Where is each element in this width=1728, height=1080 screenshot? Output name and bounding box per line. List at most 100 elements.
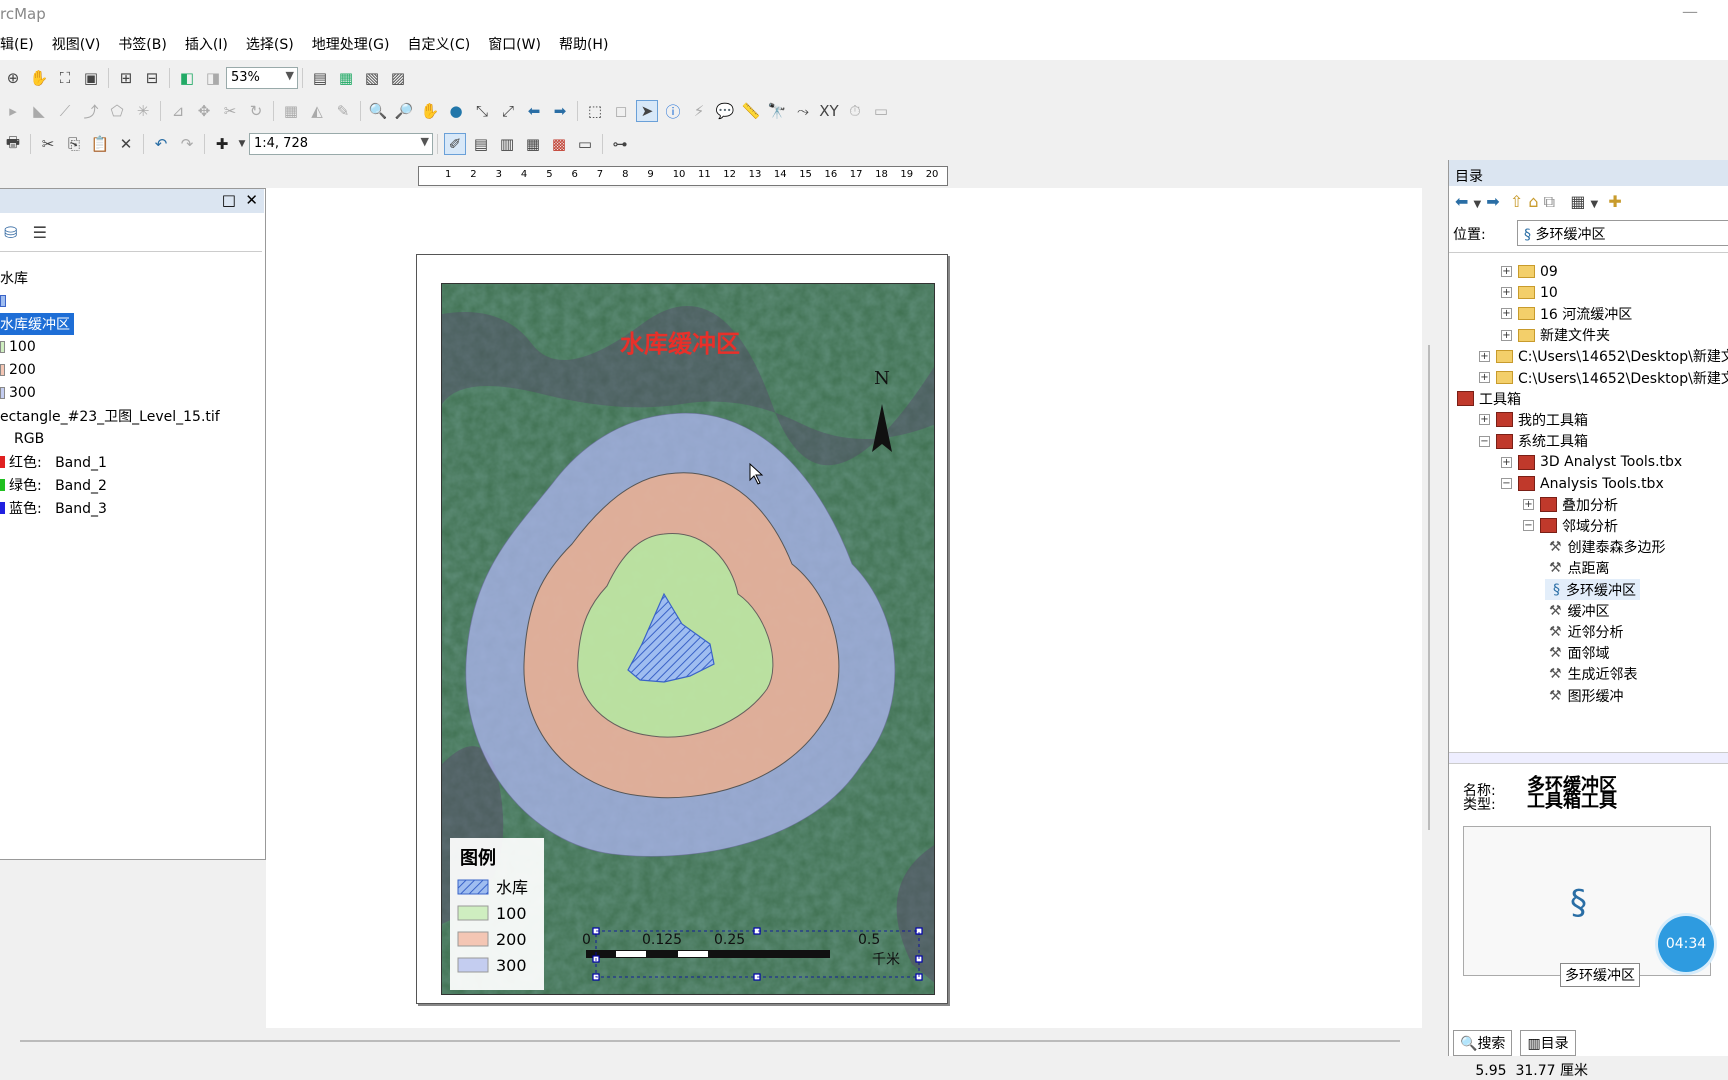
expand-toggle-icon[interactable]: + xyxy=(1501,456,1512,468)
catalog-tree-item[interactable]: + C:\Users\14652\Desktop\新建文 xyxy=(1479,367,1728,388)
cut-polygon-icon[interactable]: ✂ xyxy=(219,100,241,122)
paste-icon[interactable]: 📋 xyxy=(89,133,111,155)
split-icon[interactable]: ✳ xyxy=(132,100,154,122)
measure-icon[interactable]: 📏 xyxy=(740,100,762,122)
catalog-tree-item[interactable]: − Analysis Tools.tbx xyxy=(1501,473,1664,494)
data-driven-pages-icon[interactable]: ▨ xyxy=(387,67,409,89)
home-icon[interactable]: ⌂ xyxy=(1528,192,1538,211)
move-icon[interactable]: ✥ xyxy=(193,100,215,122)
html-popup-icon[interactable]: 💬 xyxy=(714,100,736,122)
map-scale-combo[interactable]: 1:4, 728 ▼ xyxy=(249,133,433,155)
catalog-tree-item[interactable]: 工具箱 xyxy=(1457,388,1521,409)
menu-windows[interactable]: 窗口(W) xyxy=(479,34,550,54)
catalog-tree-item[interactable]: ⚒ 面邻域 xyxy=(1545,643,1610,664)
catalog-tree-item[interactable]: +09 xyxy=(1501,261,1558,282)
zoom-whole-page-icon[interactable]: ⛶ xyxy=(54,67,76,89)
focus-frame-icon[interactable]: ▦ xyxy=(335,67,357,89)
vertical-scrollbar[interactable] xyxy=(1428,345,1430,830)
expand-toggle-icon[interactable]: − xyxy=(1523,520,1534,532)
catalog-tree-item[interactable]: + 叠加分析 xyxy=(1523,494,1618,515)
catalog-tree-item[interactable]: +16 河流缓冲区 xyxy=(1501,303,1632,324)
menu-geoprocessing[interactable]: 地理处理(G) xyxy=(303,34,399,54)
hyperlink-icon[interactable]: ⚡ xyxy=(688,100,710,122)
menu-insert[interactable]: 插入(I) xyxy=(176,34,237,54)
toc-layer-reservoir[interactable]: 水库 xyxy=(0,266,28,290)
zoom-in-icon[interactable]: 🔍 xyxy=(367,100,389,122)
back-icon[interactable]: ⬅ xyxy=(1455,192,1468,211)
arctoolbox-icon[interactable]: ▩ xyxy=(548,133,570,155)
catalog-tree-item[interactable]: +10 xyxy=(1501,282,1558,303)
options-icon[interactable]: ☰ xyxy=(33,223,47,242)
polygon-icon[interactable]: ⬠ xyxy=(106,100,128,122)
edit-vertices-icon[interactable]: ▸ xyxy=(2,100,24,122)
catalog-tree-item[interactable]: § 多环缓冲区 xyxy=(1545,579,1640,600)
previous-extent-icon[interactable]: ⬅ xyxy=(523,100,545,122)
catalog-tree-item[interactable]: ⚒ 近邻分析 xyxy=(1545,621,1624,642)
chevron-down-icon[interactable]: ▼ xyxy=(1474,199,1482,210)
pan-icon[interactable]: ✋ xyxy=(419,100,441,122)
list-by-drawing-order-icon[interactable]: ⛁ xyxy=(4,223,17,242)
expand-toggle-icon[interactable]: + xyxy=(1479,372,1490,383)
pan-page-icon[interactable]: ✋ xyxy=(28,67,50,89)
zoom-level-combo[interactable]: 53% ▼ xyxy=(226,67,298,89)
expand-toggle-icon[interactable]: − xyxy=(1501,478,1512,489)
attributes-icon[interactable]: ▦ xyxy=(280,100,302,122)
catalog-tree-item[interactable]: ⚒ 点距离 xyxy=(1545,558,1610,579)
fixed-zoom-out-map-icon[interactable]: ⤢ xyxy=(497,100,519,122)
toc-class-100[interactable]: 100 xyxy=(0,335,36,359)
zoom-out-icon[interactable]: 🔎 xyxy=(393,100,415,122)
expand-toggle-icon[interactable]: + xyxy=(1523,499,1534,511)
rotate-icon[interactable]: ↻ xyxy=(245,100,267,122)
zoom-in-page-icon[interactable]: ⊕ xyxy=(2,67,24,89)
minimize-button[interactable]: — xyxy=(1682,2,1698,21)
catalog-tree-item[interactable]: ⚒ 图形缓冲 xyxy=(1545,685,1624,706)
python-window-icon[interactable]: ▭ xyxy=(574,133,596,155)
fixed-zoom-in-map-icon[interactable]: ⤡ xyxy=(471,100,493,122)
redo-icon[interactable]: ↷ xyxy=(176,133,198,155)
chevron-down-icon[interactable]: ▼ xyxy=(237,133,247,155)
forward-icon[interactable]: ➡ xyxy=(1486,192,1499,211)
viewer-window-icon[interactable]: ▭ xyxy=(870,100,892,122)
connect-folder-icon[interactable]: ⧉ xyxy=(1544,192,1555,211)
tab-search[interactable]: 🔍搜索 xyxy=(1453,1030,1513,1056)
sketch-icon[interactable]: ◭ xyxy=(306,100,328,122)
delete-icon[interactable]: ✕ xyxy=(115,133,137,155)
data-frame[interactable]: 水库缓冲区 N 图例 水库 100 200 300 0 0.125 0.25 0… xyxy=(441,283,935,995)
reshape-icon[interactable]: ◣ xyxy=(28,100,50,122)
chevron-down-icon[interactable]: ▼ xyxy=(1591,199,1599,210)
menu-help[interactable]: 帮助(H) xyxy=(550,34,617,54)
curve-icon[interactable]: ⤴ xyxy=(80,100,102,122)
location-field[interactable]: § 多环缓冲区 xyxy=(1517,220,1728,246)
catalog-tree-item[interactable]: − 系统工具箱 xyxy=(1479,431,1588,452)
expand-toggle-icon[interactable]: + xyxy=(1501,287,1512,299)
toc-layer-raster[interactable]: ectangle_#23_卫图_Level_15.tif xyxy=(0,404,220,428)
view-options-icon[interactable]: ▦ xyxy=(1570,192,1585,211)
print-icon[interactable]: 🖶 xyxy=(2,133,24,155)
expand-toggle-icon[interactable]: + xyxy=(1501,308,1512,320)
select-features-icon[interactable]: ⬚ xyxy=(584,100,606,122)
change-layout-icon[interactable]: ▧ xyxy=(361,67,383,89)
editor-icon[interactable]: ✎ xyxy=(332,100,354,122)
close-icon[interactable]: ✕ xyxy=(245,191,258,209)
expand-toggle-icon[interactable]: − xyxy=(1479,435,1490,447)
expand-toggle-icon[interactable]: + xyxy=(1479,414,1490,426)
menu-edit[interactable]: 辑(E) xyxy=(0,34,43,54)
topology-icon[interactable]: ⊿ xyxy=(167,100,189,122)
maximize-icon[interactable]: □ xyxy=(222,191,236,209)
menu-bookmarks[interactable]: 书签(B) xyxy=(109,34,176,54)
catalog-tree-item[interactable]: − 邻域分析 xyxy=(1523,515,1618,536)
new-folder-icon[interactable]: ✚ xyxy=(1608,192,1621,211)
clear-selection-icon[interactable]: ◻ xyxy=(610,100,632,122)
find-icon[interactable]: 🔭 xyxy=(766,100,788,122)
catalog-tree-item[interactable]: + 我的工具箱 xyxy=(1479,409,1588,430)
panel-splitter[interactable] xyxy=(1449,752,1728,764)
toc-class-200[interactable]: 200 xyxy=(0,358,36,382)
editor-toolbar-icon[interactable]: ✐ xyxy=(444,133,466,155)
toc-layer-buffer[interactable]: 水库缓冲区 xyxy=(0,312,74,336)
copy-icon[interactable]: ⎘ xyxy=(63,133,85,155)
fixed-zoom-in-icon[interactable]: ⊞ xyxy=(115,67,137,89)
next-extent-icon[interactable]: ➡ xyxy=(549,100,571,122)
catalog-tree-item[interactable]: + 新建文件夹 xyxy=(1501,325,1610,346)
search-window-icon[interactable]: ▦ xyxy=(522,133,544,155)
full-extent-icon[interactable]: ● xyxy=(445,100,467,122)
